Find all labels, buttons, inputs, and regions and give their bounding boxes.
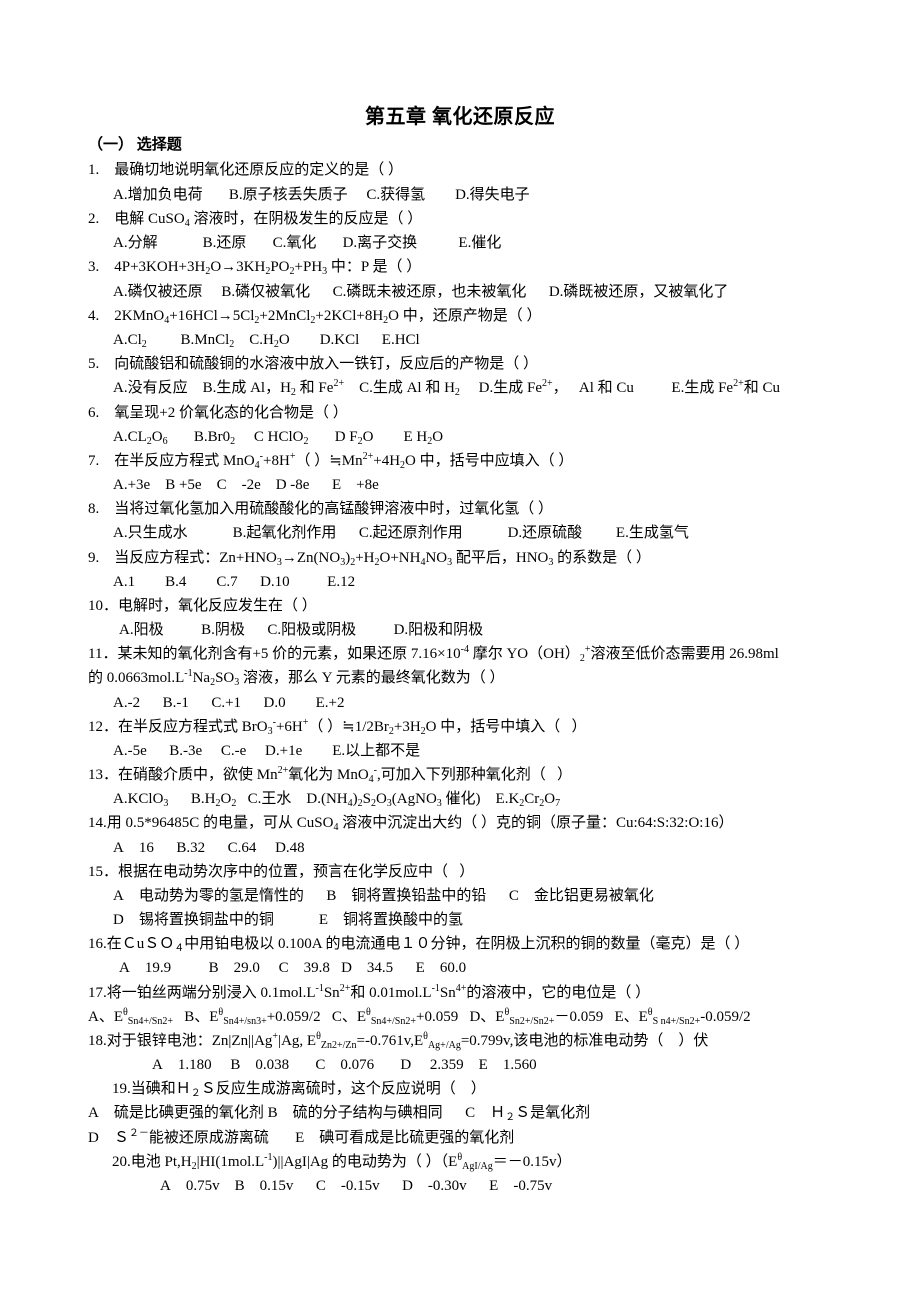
question-11: 11．某未知的氧化剂含有+5 价的元素，如果还原 7.16×10-4 摩尔 YO… [88,644,779,664]
question-8-options: A.只生成水 B.起氧化剂作用 C.起还原剂作用 D.还原硫酸 E.生成氢气 [113,525,689,541]
question-10: 10．电解时，氧化反应发生在（ ） [88,598,317,614]
question-20-options: A 0.75v B 0.15v C -0.15v D -0.30v E -0.7… [160,1178,553,1194]
question-5-options: A.没有反应 B.生成 Al，H2 和 Fe2+ C.生成 Al 和 H2 D.… [113,378,780,398]
question-8: 8. 当将过氧化氢加入用硫酸酸化的高锰酸钾溶液中时，过氧化氢（ ） [88,501,554,517]
question-11-options: A.-2 B.-1 C.+1 D.0 E.+2 [113,695,345,711]
question-17: 17.将一铂丝两端分别浸入 0.1mol.L-1Sn2+和 0.01mol.L-… [88,983,651,1002]
question-7-options: A.+3e B +5e C -2e D -8e E +8e [113,477,379,493]
question-12-options: A.-5e B.-3e C.-e D.+1e E.以上都不是 [113,743,421,759]
question-19: 19.当碘和Ｈ２Ｓ反应生成游离硫时，这个反应说明（ ） [112,1081,486,1099]
question-18: 18.对于银锌电池：Zn|Zn||Ag+|Ag, EθZn2+/Zn=-0.76… [88,1031,709,1051]
question-17-options: A、EθSn4+/Sn2+ B、EθSn4+/sn3++0.059/2 C、Eθ… [88,1007,751,1027]
question-19-options-d-e: D Ｓ２－能被还原成游离硫 E 碘可看成是比硫更强的氧化剂 [88,1128,515,1147]
question-5: 5. 向硫酸铝和硫酸铜的水溶液中放入一铁钉，反应后的产物是（ ） [88,356,539,372]
question-14: 14.用 0.5*96485C 的电量，可从 CuSO4 溶液中沉淀出大约（ ）… [88,815,734,833]
question-15: 15．根据在电动势次序中的位置，预言在化学反应中（ ） [88,864,475,880]
question-7: 7. 在半反应方程式 MnO4-+8H+（ ）≒Mn2++4H2O 中，括号中应… [88,451,574,471]
question-6-options: A.CL2O6 B.Br02 C HClO2 D F2O E H2O [113,429,444,447]
question-9: 9. 当反应方程式：Zn+HNO3→Zn(NO3)2+H2O+NH4NO3 配平… [88,550,651,568]
question-16-options: A 19.9 B 29.0 C 39.8 D 34.5 E 60.0 [119,960,467,976]
question-12: 12．在半反应方程式式 BrO3-+6H+（ ）≒1/2Br2+3H2O 中，括… [88,717,587,737]
question-11-continued: 的 0.0663mol.L-1Na2SO3 溶液，那么 Y 元素的最终氧化数为（… [88,668,505,688]
question-20: 20.电池 Pt,H2|HI(1mol.L-1)||AgI|Ag 的电动势为（ … [112,1152,572,1172]
question-1: 1. 最确切地说明氧化还原反应的定义的是（ ） [88,162,404,178]
question-15-options-d-e: D 锡将置换铜盐中的铜 E 铜将置换酸中的氢 [113,912,463,928]
question-4: 4. 2KMnO4+16HCl→5Cl2+2MnCl2+2KCl+8H2O 中，… [88,308,542,326]
question-9-options: A.1 B.4 C.7 D.10 E.12 [113,574,356,590]
question-18-options: A 1.180 B 0.038 C 0.076 D 2.359 E 1.560 [152,1057,537,1073]
question-3-options: A.磷仅被还原 B.磷仅被氧化 C.磷既未被还原，也未被氧化 D.磷既被还原，又… [113,284,729,300]
question-14-options: A 16 B.32 C.64 D.48 [113,840,305,856]
question-3: 3. 4P+3KOH+3H2O→3KH2PO2+PH3 中：P 是（ ） [88,259,422,277]
section-heading: （一） 选择题 [88,137,182,153]
question-1-options: A.增加负电荷 B.原子核丢失质子 C.获得氢 D.得失电子 [113,187,530,203]
document-page: 第五章 氧化还原反应 （一） 选择题 1. 最确切地说明氧化还原反应的定义的是（… [0,0,920,1302]
question-10-options: A.阳极 B.阴极 C.阳极或阴极 D.阳极和阴极 [119,622,484,638]
question-19-options-a-c: A 硫是比碘更强的氧化剂 B 硫的分子结构与碘相同 C Ｈ２Ｓ是氧化剂 [88,1105,591,1123]
question-13: 13．在硝酸介质中，欲使 Mn2+氧化为 MnO4-,可加入下列那种氧化剂（ ） [88,765,573,785]
question-4-options: A.Cl2 B.MnCl2 C.H2O D.KCl E.HCl [113,332,420,350]
question-2-options: A.分解 B.还原 C.氧化 D.离子交换 E.催化 [113,235,502,251]
question-2: 2. 电解 CuSO4 溶液时，在阴极发生的反应是（ ） [88,211,423,229]
question-15-options-a-c: A 电动势为零的氢是惰性的 B 铜将置换铅盐中的铅 C 金比铝更易被氧化 [113,888,654,904]
question-13-options: A.KClO3 B.H2O2 C.王水 D.(NH4)2S2O3(AgNO3 催… [113,791,561,809]
question-6: 6. 氧呈现+2 价氧化态的化合物是（ ） [88,405,348,421]
chapter-title: 第五章 氧化还原反应 [365,106,555,128]
question-16: 16.在ＣuＳＯ４中用铂电极以 0.100A 的电流通电１０分钟，在阴极上沉积的… [88,936,750,954]
